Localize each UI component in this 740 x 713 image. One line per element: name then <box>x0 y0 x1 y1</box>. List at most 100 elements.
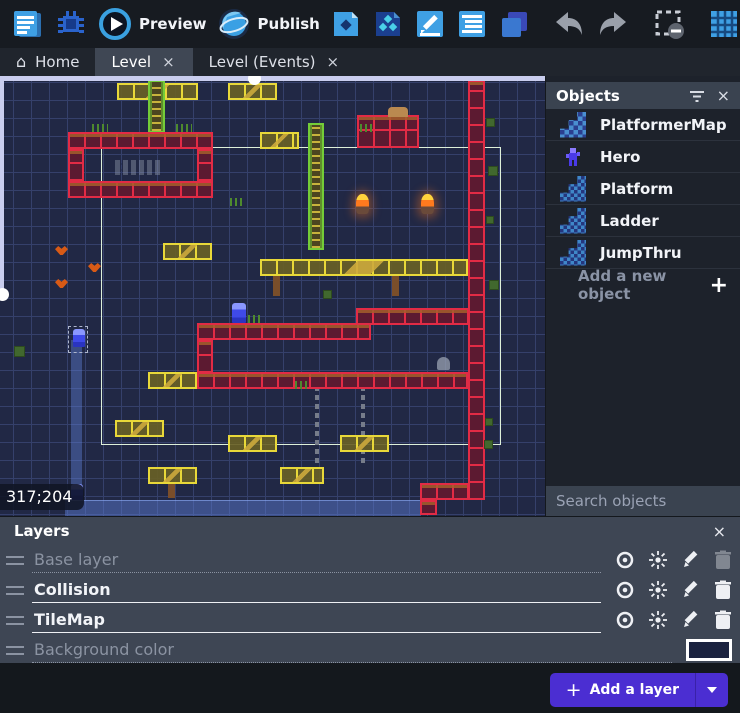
visibility-eye-icon[interactable] <box>615 550 635 570</box>
red-tile[interactable] <box>468 80 485 500</box>
publish-button[interactable]: Publish <box>215 5 322 43</box>
close-icon[interactable]: × <box>325 53 342 71</box>
effects-icon[interactable] <box>648 550 668 570</box>
red-tile[interactable] <box>68 132 213 149</box>
grass-tile[interactable] <box>248 315 260 323</box>
object-item-jumpthru[interactable]: JumpThru <box>546 237 740 269</box>
stem-tile[interactable] <box>392 276 399 296</box>
green-tile[interactable] <box>323 290 332 299</box>
yellow-tile[interactable] <box>280 467 324 484</box>
drag-handle-icon[interactable] <box>6 646 24 655</box>
hat-tile[interactable] <box>388 107 408 117</box>
red-tile[interactable] <box>68 149 84 181</box>
search-objects-input[interactable] <box>556 492 740 510</box>
stem-tile[interactable] <box>168 484 175 498</box>
ghost-tile[interactable] <box>437 357 450 370</box>
bird-tile[interactable] <box>55 246 68 255</box>
project-manager-button[interactable] <box>8 5 46 43</box>
object-item-ladder[interactable]: Ladder <box>546 205 740 237</box>
grass-tile[interactable] <box>92 124 108 132</box>
add-layer-button[interactable]: + Add a layer <box>550 673 695 707</box>
add-new-object-button[interactable]: Add a new object + <box>546 269 740 301</box>
visibility-eye-icon[interactable] <box>615 610 635 630</box>
tab-level[interactable]: Level × <box>95 48 192 76</box>
effects-icon[interactable] <box>648 610 668 630</box>
beam-tile[interactable] <box>71 340 82 500</box>
chain-tile[interactable] <box>315 389 319 463</box>
undo-button[interactable] <box>550 7 588 41</box>
asset-store-button[interactable] <box>370 6 406 42</box>
close-icon[interactable]: × <box>713 522 726 541</box>
green-tile[interactable] <box>489 280 499 290</box>
object-item-platformermap[interactable]: PlatformerMap <box>546 109 740 141</box>
object-item-platform[interactable]: Platform <box>546 173 740 205</box>
objects-search-bar[interactable] <box>546 486 740 516</box>
drag-handle-icon[interactable] <box>6 616 24 625</box>
grass-tile[interactable] <box>176 124 192 132</box>
red-tile[interactable] <box>420 483 469 500</box>
water-tile[interactable] <box>65 500 421 516</box>
layer-row-collision[interactable]: Collision <box>0 575 740 605</box>
scene-canvas[interactable]: 317;204 <box>0 76 545 516</box>
layer-name-field[interactable]: Background color <box>32 638 672 663</box>
filter-icon[interactable] <box>689 89 705 103</box>
yellow-tile[interactable] <box>163 243 212 260</box>
redo-button[interactable] <box>594 7 632 41</box>
green-tile[interactable] <box>484 440 493 449</box>
drag-handle-icon[interactable] <box>6 556 24 565</box>
tab-level-events[interactable]: Level (Events) × <box>193 48 357 76</box>
yellow-tile[interactable] <box>340 435 389 452</box>
yellow-tile[interactable] <box>115 420 164 437</box>
close-icon[interactable]: × <box>160 53 177 71</box>
edit-scene-button[interactable] <box>412 6 448 42</box>
layer-row-tilemap[interactable]: TileMap <box>0 605 740 635</box>
green-tile[interactable] <box>486 216 494 224</box>
background-color-swatch[interactable] <box>686 639 732 661</box>
toggle-grid-button[interactable] <box>706 6 740 42</box>
green-tile[interactable] <box>14 346 25 357</box>
red-tile[interactable] <box>356 308 469 325</box>
canvas-vertical-scrollbar[interactable] <box>0 76 4 294</box>
red-tile[interactable] <box>197 372 468 389</box>
red-tile[interactable] <box>197 323 371 340</box>
edit-events-button[interactable] <box>454 6 490 42</box>
layer-name-field[interactable]: TileMap <box>32 608 601 633</box>
layer-name-field[interactable]: Collision <box>32 578 601 603</box>
green-tile[interactable] <box>488 166 498 176</box>
effects-icon[interactable] <box>648 580 668 600</box>
edit-pencil-icon[interactable] <box>681 550 701 570</box>
delete-trash-icon[interactable] <box>714 580 732 600</box>
torch-tile[interactable] <box>421 194 434 214</box>
scrollbar-thumb[interactable] <box>0 288 9 301</box>
grass-tile[interactable] <box>295 381 307 389</box>
red-tile[interactable] <box>197 149 213 181</box>
delete-trash-icon[interactable] <box>714 610 732 630</box>
export-assets-button[interactable] <box>328 6 364 42</box>
visibility-eye-icon[interactable] <box>615 580 635 600</box>
layers-list-button[interactable] <box>496 6 532 42</box>
hero-tile[interactable] <box>232 303 246 323</box>
grass-tile[interactable] <box>230 198 242 206</box>
bird-tile[interactable] <box>88 263 101 272</box>
yellow-tile[interactable] <box>228 83 277 100</box>
clear-selection-button[interactable] <box>650 5 688 43</box>
edit-pencil-icon[interactable] <box>681 580 701 600</box>
hero-tile[interactable] <box>73 329 85 347</box>
ladder-tile[interactable] <box>148 80 165 133</box>
torch-tile[interactable] <box>356 194 369 214</box>
drag-handle-icon[interactable] <box>6 586 24 595</box>
debugger-button[interactable] <box>52 5 90 43</box>
greytext-tile[interactable] <box>115 160 161 175</box>
red-tile[interactable] <box>420 500 437 515</box>
yellow-tile[interactable] <box>148 467 197 484</box>
yellow-tile[interactable] <box>260 132 299 149</box>
tab-home[interactable]: ⌂ Home <box>0 48 95 76</box>
bird-tile[interactable] <box>55 279 68 288</box>
red-tile[interactable] <box>68 181 213 198</box>
yellow-tile[interactable] <box>260 259 468 276</box>
stem-tile[interactable] <box>273 276 280 296</box>
close-icon[interactable]: × <box>717 86 730 105</box>
yellow-tile[interactable] <box>228 435 277 452</box>
object-item-hero[interactable]: Hero <box>546 141 740 173</box>
edit-pencil-icon[interactable] <box>681 610 701 630</box>
